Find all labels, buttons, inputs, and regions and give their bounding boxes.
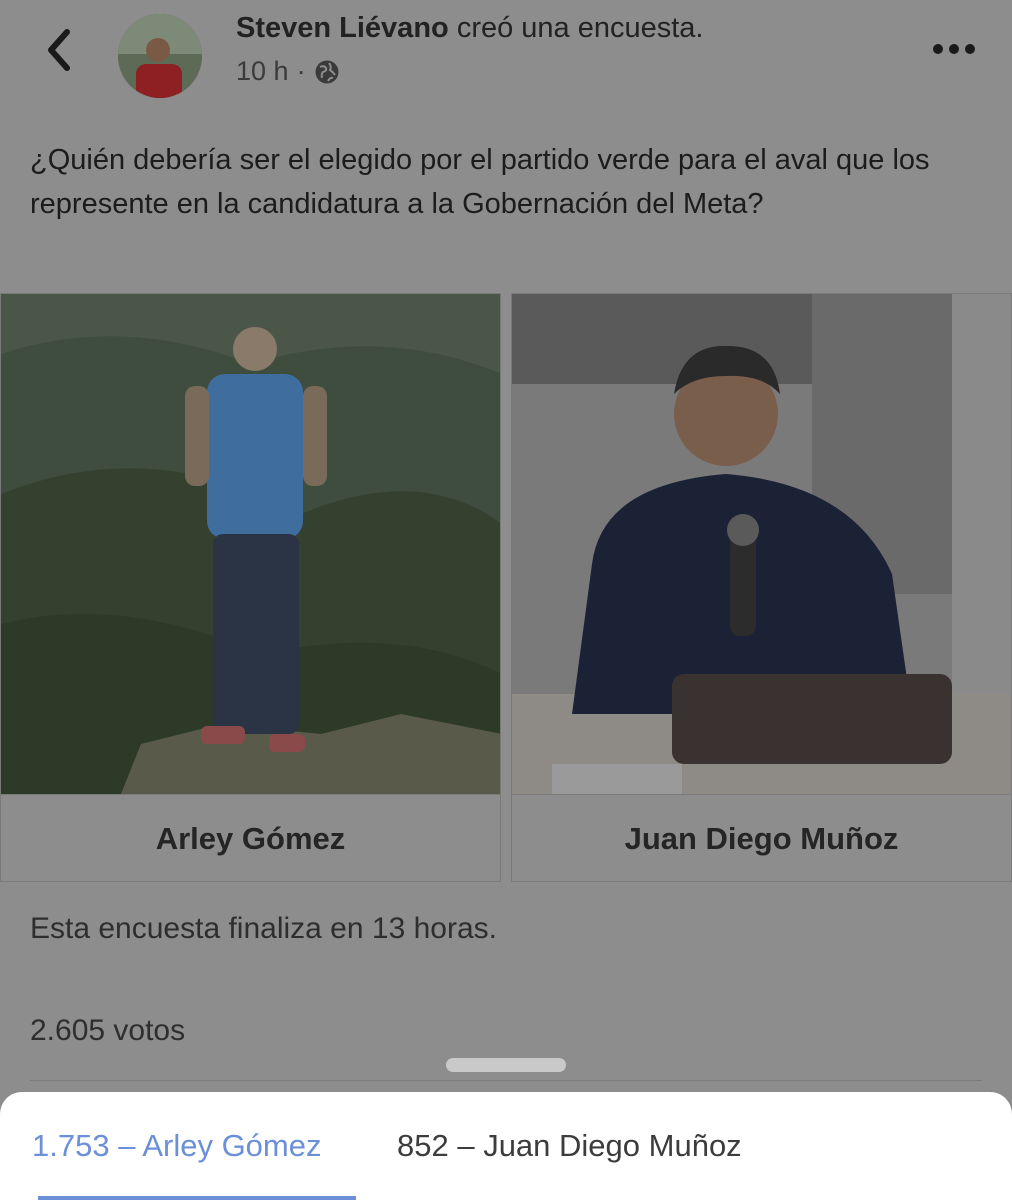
post-time[interactable]: 10 h	[236, 56, 289, 87]
globe-icon	[315, 60, 339, 83]
post-screen: Steven Liévano creó una encuesta. 10 h ·…	[0, 0, 1012, 1200]
option-photo	[512, 294, 1011, 794]
option-photo	[1, 294, 500, 794]
chevron-left-icon	[48, 29, 70, 71]
vote-count[interactable]: 2.605 votos	[30, 1014, 185, 1048]
back-button[interactable]	[34, 26, 82, 74]
more-options-button[interactable]	[932, 34, 976, 64]
poll-option-arley[interactable]: Arley Gómez	[0, 293, 501, 882]
sheet-drag-handle[interactable]	[446, 1058, 566, 1072]
option-label: Arley Gómez	[1, 794, 500, 883]
option-label: Juan Diego Muñoz	[512, 794, 1011, 883]
more-horizontal-icon	[933, 44, 975, 54]
author-name[interactable]: Steven Liévano	[236, 12, 449, 44]
poll-ends-text: Esta encuesta finaliza en 13 horas.	[30, 912, 497, 945]
author-line: Steven Liévano creó una encuesta.	[236, 12, 703, 45]
post-meta: 10 h ·	[236, 56, 340, 87]
tab-juan-diego-munoz[interactable]: 852 – Juan Diego Muñoz	[397, 1128, 742, 1164]
avatar[interactable]	[118, 14, 202, 98]
poll-question: ¿Quién debería ser el elegido por el par…	[30, 144, 930, 220]
active-tab-indicator	[38, 1196, 356, 1200]
poll-option-juan-diego[interactable]: Juan Diego Muñoz	[511, 293, 1012, 882]
post-action: creó una encuesta.	[456, 12, 704, 44]
divider	[30, 1080, 982, 1081]
tab-arley-gomez[interactable]: 1.753 – Arley Gómez	[32, 1128, 322, 1164]
meta-separator: ·	[296, 56, 306, 86]
